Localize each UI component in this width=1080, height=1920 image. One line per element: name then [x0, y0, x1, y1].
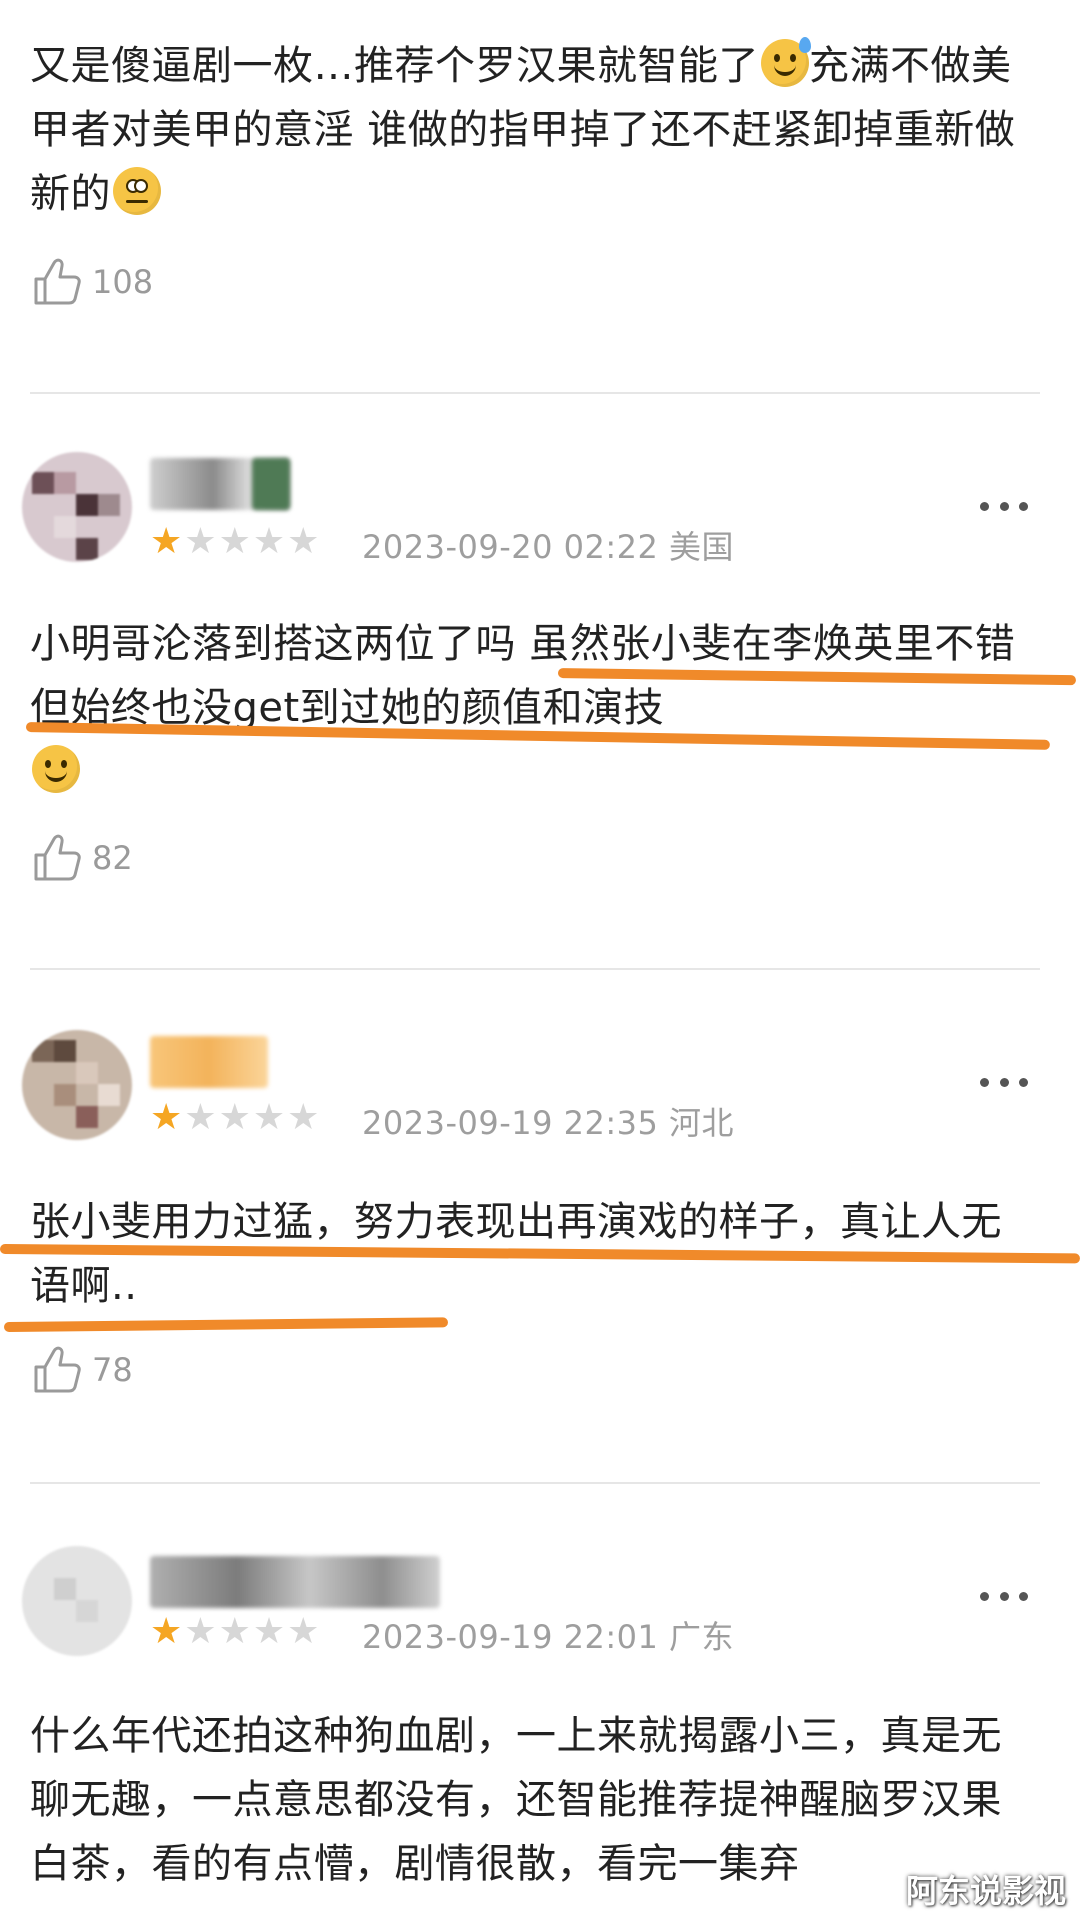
- star-empty-icon: ★: [218, 521, 251, 562]
- more-dots-icon[interactable]: [980, 1592, 1028, 1606]
- star-empty-icon: ★: [184, 1611, 217, 1652]
- comment-2-text: 小明哥沦落到搭这两位了吗 虽然张小斐在李焕英里不错 但始终也没get到过她的颜值…: [30, 612, 1040, 804]
- highlight-underline: [3, 1317, 449, 1332]
- grinning-sweat-emoji-icon: [761, 37, 811, 87]
- divider: [30, 968, 1040, 970]
- more-dots-icon[interactable]: [980, 502, 1028, 516]
- comment-2-meta: 2023-09-20 02:22 美国: [362, 522, 734, 568]
- comment-4-date: 2023-09-19 22:01: [362, 1618, 659, 1656]
- divider: [30, 392, 1040, 394]
- username[interactable]: [150, 1036, 268, 1088]
- star-empty-icon: ★: [218, 1097, 251, 1138]
- comment-3-date: 2023-09-19 22:35: [362, 1104, 659, 1142]
- comment-3-region: 河北: [669, 1104, 735, 1142]
- username-badge: [252, 458, 290, 510]
- star-empty-icon: ★: [252, 1611, 286, 1652]
- star-empty-icon: ★: [287, 1611, 320, 1652]
- thumbs-up-icon: [34, 1346, 81, 1393]
- eye-roll-emoji-icon: [113, 167, 161, 215]
- comment-2-region: 美国: [669, 528, 735, 566]
- comment-2-like-button[interactable]: 82: [30, 828, 133, 888]
- comment-1-text-part-1: 又是傻逼剧一枚…推荐个罗汉果就智能了: [30, 43, 759, 89]
- star-filled-icon: ★: [150, 521, 183, 562]
- avatar[interactable]: [22, 1030, 132, 1140]
- comment-1-like-count: 108: [92, 263, 154, 301]
- comment-4-meta: 2023-09-19 22:01 广东: [362, 1612, 734, 1658]
- avatar[interactable]: [22, 452, 132, 562]
- thumbs-up-icon: [34, 258, 81, 305]
- star-empty-icon: ★: [252, 521, 286, 562]
- star-empty-icon: ★: [287, 1097, 320, 1138]
- rating-stars: ★ ★ ★ ★ ★: [150, 522, 319, 562]
- comment-2-like-count: 82: [92, 839, 133, 877]
- star-empty-icon: ★: [252, 1097, 286, 1138]
- username[interactable]: [150, 1556, 440, 1608]
- comment-3-meta: 2023-09-19 22:35 河北: [362, 1098, 734, 1144]
- star-empty-icon: ★: [287, 521, 320, 562]
- more-dots-icon[interactable]: [980, 1078, 1028, 1092]
- rating-stars: ★ ★ ★ ★ ★: [150, 1612, 319, 1652]
- comment-1-text: 又是傻逼剧一枚…推荐个罗汉果就智能了 充满不做美甲者对美甲的意淫 谁做的指甲掉了还…: [30, 34, 1040, 226]
- comment-3-like-count: 78: [92, 1351, 133, 1389]
- star-empty-icon: ★: [184, 521, 217, 562]
- comment-4-body: 什么年代还拍这种狗血剧，一上来就揭露小三，真是无聊无趣，一点意思都没有，还智能推…: [30, 1713, 1002, 1887]
- star-empty-icon: ★: [184, 1097, 217, 1138]
- comment-2-date: 2023-09-20 02:22: [362, 528, 659, 566]
- comment-3-like-button[interactable]: 78: [30, 1340, 133, 1400]
- watermark: 阿东说影视: [905, 1872, 1066, 1910]
- star-empty-icon: ★: [218, 1611, 251, 1652]
- comment-4-region: 广东: [669, 1618, 735, 1656]
- star-filled-icon: ★: [150, 1097, 183, 1138]
- rating-stars: ★ ★ ★ ★ ★: [150, 1098, 319, 1138]
- comment-4-text: 什么年代还拍这种狗血剧，一上来就揭露小三，真是无聊无趣，一点意思都没有，还智能推…: [30, 1704, 1040, 1896]
- thumbs-up-icon: [34, 834, 81, 881]
- comment-1-like-button[interactable]: 108: [30, 252, 153, 312]
- slight-smile-emoji-icon: [32, 745, 80, 793]
- star-filled-icon: ★: [150, 1611, 183, 1652]
- divider: [30, 1482, 1040, 1484]
- avatar[interactable]: [22, 1546, 132, 1656]
